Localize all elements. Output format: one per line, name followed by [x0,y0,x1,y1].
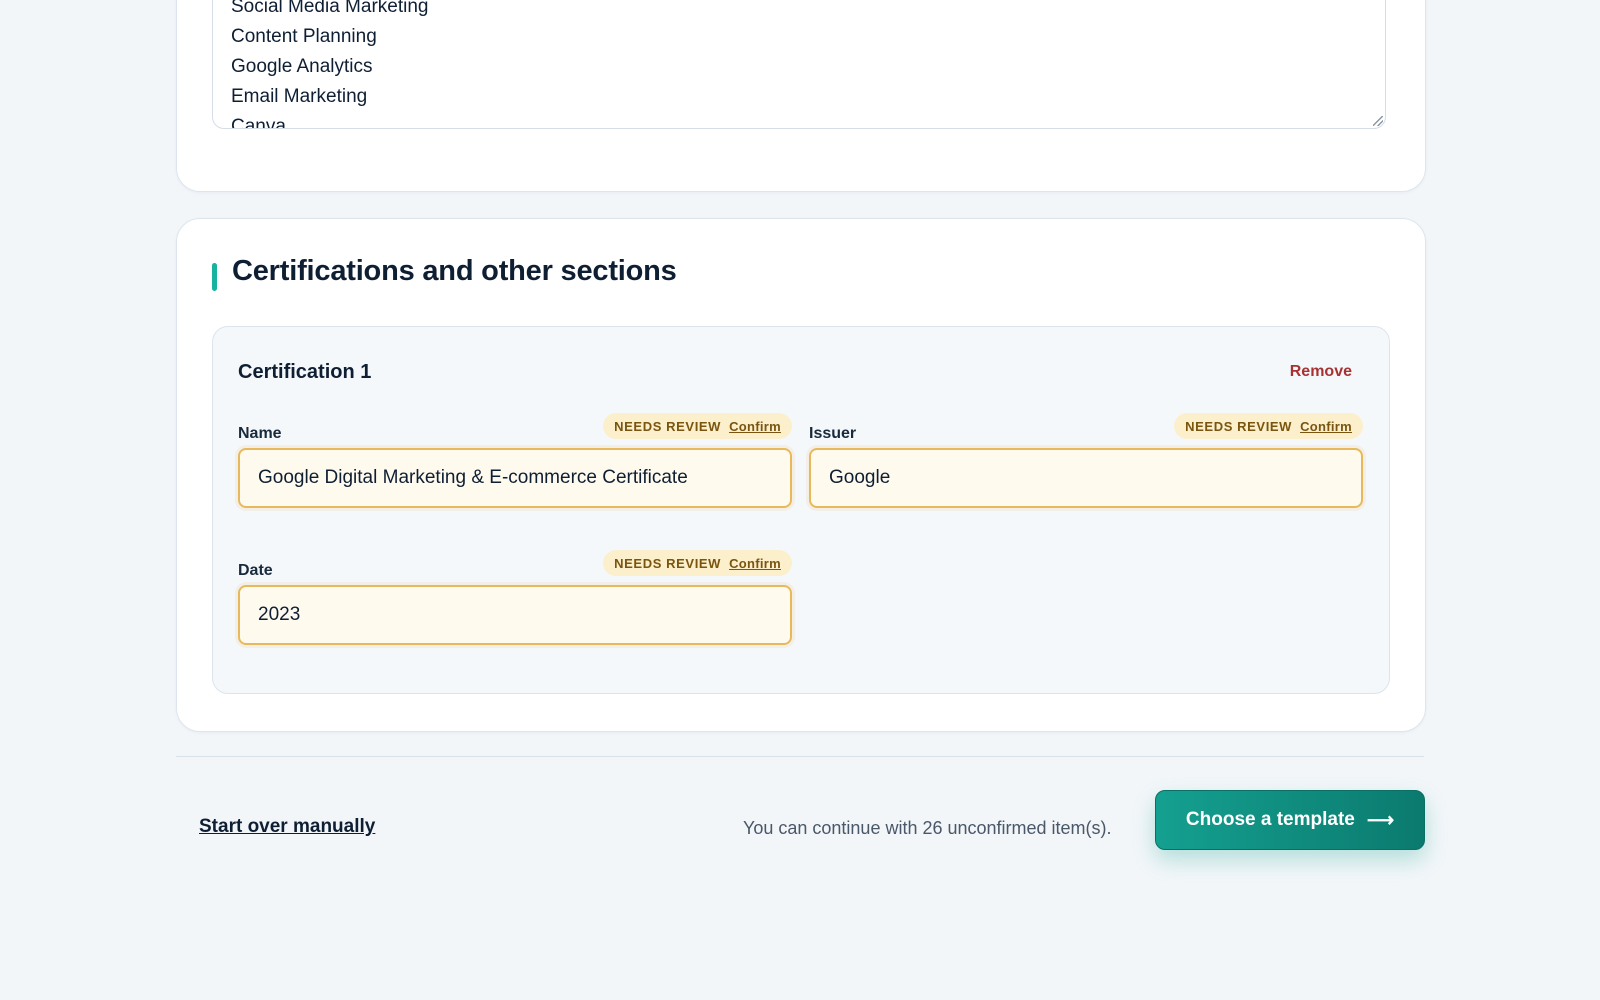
name-label: Name [238,425,282,442]
certifications-card: Certifications and other sections Certif… [176,218,1426,732]
name-input[interactable] [238,448,792,508]
confirm-link[interactable]: Confirm [1300,419,1352,434]
date-input[interactable] [238,585,792,645]
confirm-link[interactable]: Confirm [729,419,781,434]
needs-review-badge: NEEDS REVIEW Confirm [603,550,792,576]
skill-line: Google Analytics [231,56,373,77]
certification-title: Certification 1 [238,361,372,383]
certification-entry: Certification 1 Remove Name NEEDS REVIEW… [212,326,1390,694]
skill-line: Content Planning [231,26,377,47]
issuer-input[interactable] [809,448,1363,508]
footer-divider [176,756,1424,757]
unconfirmed-note: You can continue with 26 unconfirmed ite… [743,818,1112,838]
needs-review-badge: NEEDS REVIEW Confirm [1174,413,1363,439]
resize-handle-icon[interactable] [1373,116,1383,126]
needs-review-text: NEEDS REVIEW [614,418,722,434]
start-over-link[interactable]: Start over manually [199,816,375,838]
skill-line: Canva [231,116,286,129]
needs-review-text: NEEDS REVIEW [614,555,722,571]
section-accent-bar [212,263,217,291]
section-title: Certifications and other sections [232,255,677,287]
skill-line: Email Marketing [231,86,368,107]
arrow-right-icon: ⟶ [1366,809,1395,831]
skill-line: Social Media Marketing [231,0,429,17]
choose-template-button[interactable]: Choose a template ⟶ [1155,790,1425,850]
choose-template-label: Choose a template [1185,809,1355,830]
skills-card: Social Media Marketing Content Planning … [176,0,1426,192]
needs-review-badge: NEEDS REVIEW Confirm [603,413,792,439]
issuer-label: Issuer [809,425,857,442]
skills-lines: Social Media Marketing Content Planning … [231,0,429,129]
needs-review-text: NEEDS REVIEW [1185,418,1293,434]
remove-button[interactable]: Remove [1290,363,1352,381]
confirm-link[interactable]: Confirm [729,556,781,571]
date-label: Date [238,562,273,579]
skills-textarea[interactable]: Social Media Marketing Content Planning … [212,0,1386,129]
